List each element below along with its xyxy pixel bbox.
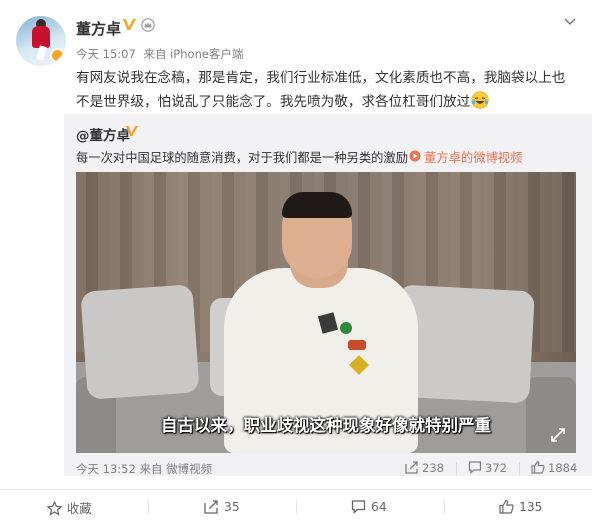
repost-like-count: 1884 — [548, 461, 578, 475]
shirt-patch — [348, 340, 366, 350]
thumbs-up-icon — [499, 499, 514, 514]
verified-v-icon — [123, 19, 136, 30]
laugh-cry-emoji-icon — [471, 91, 489, 109]
repost-author[interactable]: @董方卓 — [76, 124, 130, 144]
video-pillow — [80, 284, 200, 400]
verified-badge-icon — [50, 48, 65, 63]
repost-count: 35 — [224, 500, 240, 514]
post-source[interactable]: iPhone客户端 — [170, 47, 243, 61]
star-icon — [46, 500, 63, 516]
like-count: 135 — [519, 500, 543, 514]
divider — [519, 462, 520, 475]
comment-button[interactable]: 64 — [351, 499, 387, 514]
favorite-button[interactable]: 收藏 — [46, 499, 92, 517]
author-name[interactable]: 董方卓 — [76, 18, 121, 39]
thumbs-up-icon — [531, 460, 545, 474]
comment-icon — [351, 500, 366, 514]
post-source-prefix: 来自 — [143, 47, 167, 61]
video-link-icon[interactable] — [409, 150, 421, 162]
avatar[interactable] — [16, 16, 66, 66]
favorite-label: 收藏 — [67, 502, 92, 516]
share-icon — [405, 461, 418, 474]
repost-source[interactable]: 微博视频 — [166, 462, 212, 476]
repost-meta: 今天 13:52 来自 微博视频 — [76, 461, 212, 477]
post-meta: 今天 15:07 来自 iPhone客户端 — [76, 46, 243, 62]
chevron-down-icon[interactable] — [563, 14, 577, 28]
post-text: 有网友说我在念稿，那是肯定，我们行业标准低，文化素质也不高，我脑袋以上也不是世界… — [76, 66, 576, 114]
post-time[interactable]: 今天 15:07 — [76, 47, 136, 61]
post-text-content: 有网友说我在念稿，那是肯定，我们行业标准低，文化素质也不高，我脑袋以上也不是世界… — [76, 70, 566, 110]
video-link[interactable]: 董方卓的微博视频 — [424, 148, 522, 166]
shirt-patch — [340, 322, 352, 334]
divider — [444, 500, 445, 514]
repost-source-prefix: 来自 — [139, 462, 163, 476]
repost-button[interactable]: 35 — [204, 499, 240, 514]
comment-icon — [468, 461, 482, 474]
video-subtitle: 自古以来，职业歧视这种现象好像就特别严重 — [161, 416, 491, 435]
like-button[interactable]: 135 — [499, 499, 542, 514]
video-person-hair — [282, 192, 352, 218]
divider — [296, 500, 297, 514]
verified-v-icon — [125, 125, 139, 137]
repost-comment-count: 372 — [485, 461, 507, 475]
divider — [456, 462, 457, 475]
repost-share-stat[interactable]: 238 — [405, 460, 444, 476]
fullscreen-icon[interactable] — [550, 427, 566, 443]
comment-count: 64 — [371, 500, 387, 514]
video-player[interactable]: 自古以来，职业歧视这种现象好像就特别严重 — [76, 172, 576, 453]
repost-text: 每一次对中国足球的随意消费，对于我们都是一种另类的激励 — [76, 151, 409, 165]
crown-icon[interactable] — [141, 18, 155, 32]
repost-like-stat[interactable]: 1884 — [531, 460, 577, 476]
repost-comment-stat[interactable]: 372 — [468, 460, 507, 476]
divider — [148, 500, 149, 514]
share-icon — [204, 500, 218, 514]
repost-time[interactable]: 今天 13:52 — [76, 462, 136, 476]
divider — [0, 489, 592, 490]
repost-share-count: 238 — [422, 461, 444, 475]
